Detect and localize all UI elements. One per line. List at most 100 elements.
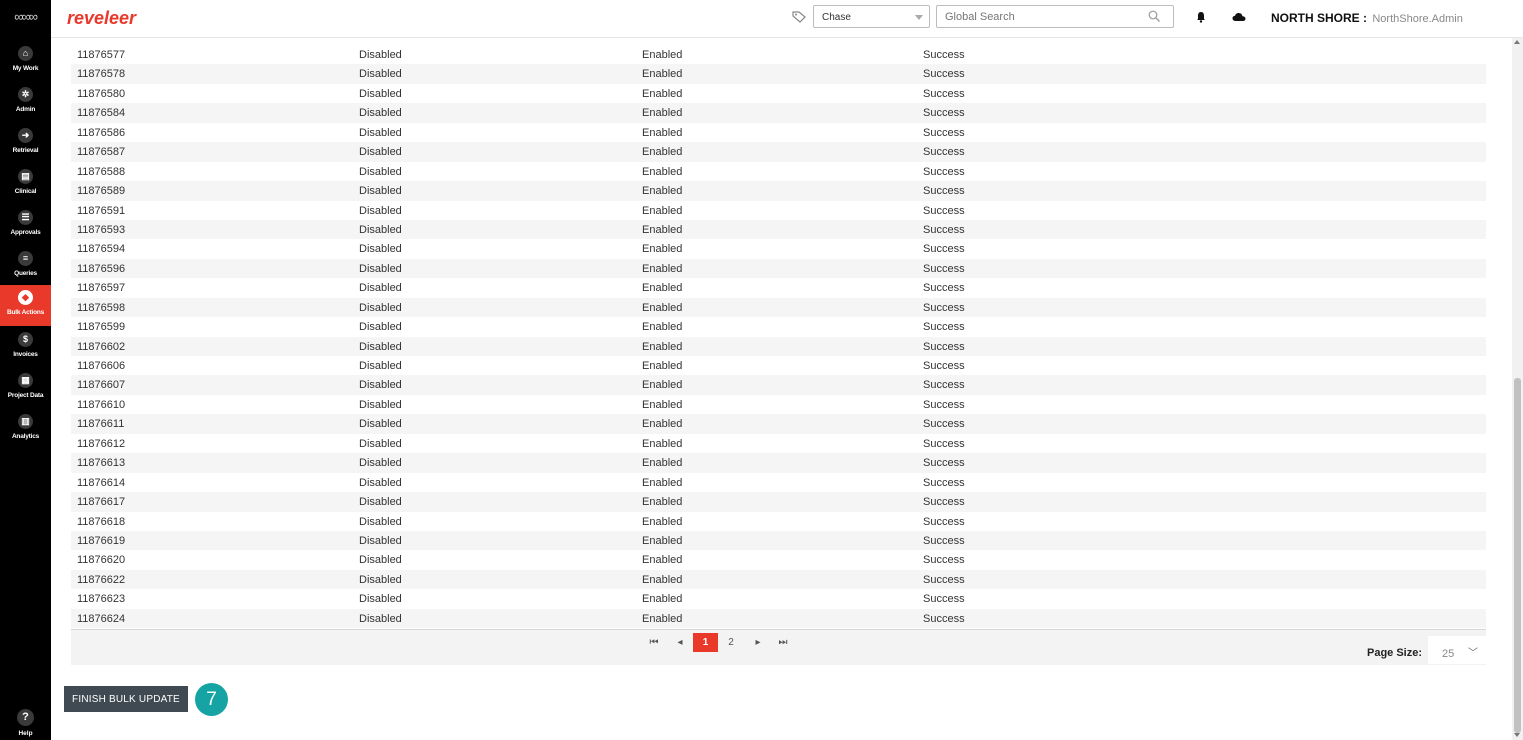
next-page-button[interactable]: ▸ [751,633,765,652]
new-value-cell: Enabled [642,223,683,236]
org-user-display[interactable]: NORTH SHORE : NorthShore.Admin [1271,11,1463,25]
previous-value-cell: Disabled [359,593,402,606]
table-row[interactable]: 11876588 Disabled Enabled Success [71,162,1486,181]
table-row[interactable]: 11876593 Disabled Enabled Success [71,219,1486,240]
status-cell: Success [923,515,965,528]
scroll-down-arrow-icon[interactable] [1514,733,1520,737]
page-size-value: 25 [1442,648,1455,660]
new-value-cell: Enabled [642,126,683,139]
sidebar-item-retrieval[interactable]: ➜ Retrieval [0,123,51,164]
chase-id-cell: 11876623 [77,593,126,606]
page-1-button[interactable]: 1 [693,633,718,652]
table-row[interactable]: 11876613 Disabled Enabled Success [71,453,1486,473]
table-row[interactable]: 11876618 Disabled Enabled Success [71,512,1486,531]
layers-icon: ◆ [18,290,33,305]
sidebar-item-bulk-actions[interactable]: ◆ Bulk Actions [0,285,51,326]
scroll-up-arrow-icon[interactable] [1514,40,1520,44]
table-row[interactable]: 11876589 Disabled Enabled Success [71,181,1486,201]
sidebar-item-label: Analytics [11,433,40,440]
sidebar-item-label: Project Data [7,392,44,399]
table-row[interactable]: 11876584 Disabled Enabled Success [71,103,1486,123]
tag-icon[interactable] [792,11,806,23]
chase-select[interactable]: Chase [813,5,930,28]
global-search-input[interactable] [936,5,1174,28]
sidebar-item-project-data[interactable]: ▦ Project Data [0,368,51,409]
table-row[interactable]: 11876620 Disabled Enabled Success [71,550,1486,569]
new-value-cell: Enabled [642,593,683,606]
status-cell: Success [923,126,965,139]
sidebar-item-label: Clinical [14,188,37,195]
table-row[interactable]: 11876606 Disabled Enabled Success [71,356,1486,375]
table-row[interactable]: 11876607 Disabled Enabled Success [71,375,1486,395]
gear-icon: ✲ [18,87,33,102]
table-row[interactable]: 11876623 Disabled Enabled Success [71,589,1486,608]
page-size-select[interactable]: 25 ﹀ [1428,636,1486,664]
table-row[interactable]: 11876594 Disabled Enabled Success [71,239,1486,258]
sidebar-item-analytics[interactable]: ▥ Analytics [0,409,51,450]
table-row[interactable]: 11876622 Disabled Enabled Success [71,569,1486,590]
table-row[interactable]: 11876624 Disabled Enabled Success [71,608,1486,629]
chase-id-cell: 11876578 [77,68,126,81]
table-row[interactable]: 11876597 Disabled Enabled Success [71,278,1486,297]
table-row[interactable]: 11876591 Disabled Enabled Success [71,201,1486,220]
previous-value-cell: Disabled [359,282,402,295]
previous-value-cell: Disabled [359,534,402,547]
chevron-down-icon: ﹀ [1468,648,1478,659]
table-row[interactable]: 11876614 Disabled Enabled Success [71,473,1486,492]
brand-logo[interactable]: reveleer [67,8,136,29]
table-row[interactable]: 11876610 Disabled Enabled Success [71,395,1486,414]
help-item[interactable]: ? Help [0,706,51,740]
chevron-down-icon [915,15,923,20]
previous-value-cell: Disabled [359,146,402,159]
table-row[interactable]: 11876617 Disabled Enabled Success [71,492,1486,512]
sidebar-item-my-work[interactable]: ⌂ My Work [0,41,51,82]
previous-value-cell: Disabled [359,360,402,372]
chase-id-cell: 11876597 [77,282,126,295]
first-page-button[interactable]: ⏮ [647,633,661,652]
table-row[interactable]: 11876596 Disabled Enabled Success [71,258,1486,279]
table-row[interactable]: 11876619 Disabled Enabled Success [71,530,1486,551]
scroll-thumb[interactable] [1514,378,1521,733]
sidebar-item-approvals[interactable]: ☰ Approvals [0,205,51,246]
new-value-cell: Enabled [642,515,683,528]
table-row[interactable]: 11876587 Disabled Enabled Success [71,142,1486,162]
previous-value-cell: Disabled [359,262,402,275]
status-cell: Success [923,437,965,450]
table-row[interactable]: 11876599 Disabled Enabled Success [71,317,1486,336]
chase-id-cell: 11876612 [77,437,126,450]
table-row[interactable]: 11876577 Disabled Enabled Success [71,45,1486,64]
sidebar-item-invoices[interactable]: $ Invoices [0,327,51,368]
sidebar-item-admin[interactable]: ✲ Admin [0,82,51,123]
new-value-cell: Enabled [642,165,683,178]
sidebar-item-queries[interactable]: ≡ Queries [0,246,51,287]
search-icon[interactable] [1148,10,1160,22]
table-row[interactable]: 11876602 Disabled Enabled Success [71,336,1486,356]
table-row[interactable]: 11876598 Disabled Enabled Success [71,297,1486,318]
sidebar-item-clinical[interactable]: ▤ Clinical [0,164,51,205]
bell-icon[interactable] [1196,11,1206,23]
table-row[interactable]: 11876580 Disabled Enabled Success [71,84,1486,103]
status-cell: Success [923,340,965,353]
last-page-button[interactable]: ⏭ [775,633,791,652]
table-row[interactable]: 11876612 Disabled Enabled Success [71,434,1486,453]
app-logo-icon[interactable]: ∞∞∞ [8,9,42,25]
cloud-icon[interactable] [1232,12,1246,22]
sidebar-item-label: My Work [12,65,39,72]
page-2-button[interactable]: 2 [723,633,739,652]
status-cell: Success [923,282,965,295]
vertical-scrollbar[interactable] [1512,38,1523,740]
table-row[interactable]: 11876586 Disabled Enabled Success [71,123,1486,142]
chase-id-cell: 11876619 [77,534,126,547]
chase-id-cell: 11876596 [77,262,126,275]
prev-page-button[interactable]: ◂ [673,633,687,652]
table-row[interactable]: 11876611 Disabled Enabled Success [71,414,1486,434]
previous-value-cell: Disabled [359,340,402,353]
new-value-cell: Enabled [642,282,683,295]
table-row[interactable]: 11876578 Disabled Enabled Success [71,64,1486,84]
previous-value-cell: Disabled [359,515,402,528]
list-icon: ≡ [18,251,33,266]
chase-id-cell: 11876614 [77,476,126,489]
finish-bulk-update-button[interactable]: FINISH BULK UPDATE [64,686,188,712]
sidebar-item-label: Bulk Actions [6,309,45,316]
new-value-cell: Enabled [642,554,683,567]
